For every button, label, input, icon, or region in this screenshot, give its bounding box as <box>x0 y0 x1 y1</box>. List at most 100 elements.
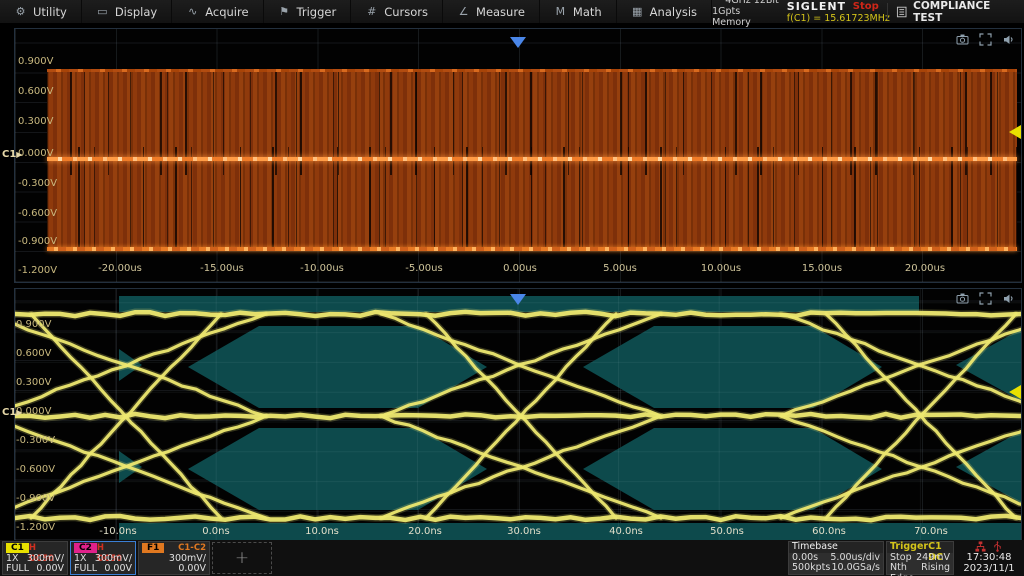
c2-badge: C2 <box>74 543 97 553</box>
eye-diagram-grid[interactable] <box>14 288 1022 541</box>
voltage-tick-label: 0.000V <box>18 148 53 159</box>
menu-item-display[interactable]: ▭ Display <box>82 0 172 23</box>
menu-item-label: Utility <box>33 5 67 19</box>
function-f1-descriptor[interactable]: F1 C1-C2 300mV/ 0.00V <box>138 541 210 575</box>
c1-coupling: H DC50 <box>29 543 64 554</box>
trigger-level-marker[interactable] <box>1009 125 1021 139</box>
channel-c2-descriptor[interactable]: C2 H DC50 1X 300mV/ FULL 0.00V <box>70 541 136 575</box>
channel-c1-descriptor[interactable]: C1 H DC50 1X 300mV/ FULL 0.00V <box>2 541 68 575</box>
trigger-descriptor[interactable]: Trigger C1 DC Stop 249mV Nth Edge Rising <box>886 541 954 575</box>
voltage-tick-label: 0.900V <box>18 56 53 67</box>
add-channel-button[interactable]: + <box>212 542 272 574</box>
clock-area: 17:30:48 2023/11/1 <box>956 541 1022 575</box>
menu-item-label: Trigger <box>297 5 337 19</box>
time-tick-label: 40.0ns <box>598 526 654 537</box>
voltage-tick-label: 0.900V <box>16 319 51 330</box>
status-bar: C1 H DC50 1X 300mV/ FULL 0.00V C2 H DC50… <box>0 540 1024 576</box>
time-tick-label: 50.0ns <box>699 526 755 537</box>
menu-item-trigger[interactable]: ⚑ Trigger <box>264 0 352 23</box>
voltage-tick-label: 0.300V <box>16 377 51 388</box>
waveform-bottom-rail <box>47 247 1017 251</box>
connection-icons <box>956 541 1022 552</box>
date-display: 2023/11/1 <box>956 563 1022 574</box>
voltage-tick-label: 0.600V <box>18 86 53 97</box>
camera-icon[interactable] <box>956 292 969 305</box>
voltage-tick-label: -0.900V <box>16 493 55 504</box>
compliance-test-label: COMPLIANCE TEST <box>913 0 1018 24</box>
analysis-icon: ▦ <box>631 5 644 18</box>
time-display: 17:30:48 <box>956 552 1022 563</box>
grid1-corner-toolbar <box>956 33 1015 46</box>
c2-bandwidth: FULL <box>74 564 97 575</box>
time-tick-label: 10.00us <box>693 263 749 274</box>
time-tick-label: 10.0ns <box>294 526 350 537</box>
time-tick-label: 70.0ns <box>903 526 959 537</box>
voltage-tick-label: 0.300V <box>18 116 53 127</box>
utility-icon: ⚙ <box>14 5 27 18</box>
brand-logo: SIGLENT <box>787 0 846 13</box>
menu-item-label: Measure <box>476 5 525 19</box>
expand-icon[interactable] <box>979 292 992 305</box>
frequency-counter: f(C1) = 15.61723MHz <box>787 13 879 24</box>
eye-diagram-plot <box>15 289 1021 540</box>
time-tick-label: 60.0ns <box>801 526 857 537</box>
c1-position-marker[interactable]: C1▶ <box>2 149 22 160</box>
voltage-tick-label: -1.200V <box>18 265 57 276</box>
menu-item-cursors[interactable]: #Cursors <box>351 0 443 23</box>
compliance-test-button[interactable]: COMPLIANCE TEST <box>896 0 1024 23</box>
c2-coupling: H DC50 <box>97 543 132 554</box>
time-tick-label: 20.0ns <box>397 526 453 537</box>
c1-position-marker[interactable]: C1▶ <box>2 407 22 418</box>
timebase-descriptor[interactable]: Timebase 0.00s 5.00us/div 500kpts 10.0GS… <box>788 541 884 575</box>
trigger-icon: ⚑ <box>278 5 291 18</box>
time-tick-label: -10.0ns <box>90 526 146 537</box>
header-divider <box>887 3 888 20</box>
camera-icon[interactable] <box>956 33 969 46</box>
display-icon: ▭ <box>96 5 109 18</box>
expand-icon[interactable] <box>979 33 992 46</box>
time-tick-label: 0.0ns <box>188 526 244 537</box>
speaker-icon[interactable] <box>1002 292 1015 305</box>
menu-item-utility[interactable]: ⚙ Utility <box>0 0 82 23</box>
menu-item-acquire[interactable]: ∿Acquire <box>172 0 263 23</box>
waveform-top-rail <box>47 69 1017 72</box>
voltage-tick-label: -0.600V <box>18 208 57 219</box>
voltage-tick-label: 0.600V <box>16 348 51 359</box>
menu-item-label: Math <box>573 5 602 19</box>
time-tick-label: 20.00us <box>897 263 953 274</box>
time-tick-label: -5.00us <box>396 263 452 274</box>
f1-source: C1-C2 <box>178 543 206 554</box>
plus-icon: + <box>235 548 249 568</box>
main-waveform-grid[interactable] <box>14 28 1022 283</box>
voltage-tick-label: -0.900V <box>18 236 57 247</box>
mask-region <box>119 523 1021 540</box>
c1-badge: C1 <box>6 543 29 553</box>
waveform-texture <box>47 147 1017 247</box>
menu-item-label: Display <box>115 5 157 19</box>
trigger-source: C1 DC <box>928 542 950 553</box>
menu-item-label: Acquire <box>205 5 248 19</box>
acquisition-status: Stop <box>853 1 879 12</box>
measure-icon: ∠ <box>457 5 470 18</box>
lan-icon[interactable] <box>975 541 986 552</box>
menu-item-math[interactable]: MMath <box>540 0 617 23</box>
trigger-title: Trigger <box>890 542 928 553</box>
f1-offset: 0.00V <box>178 564 206 575</box>
menu-item-measure[interactable]: ∠ Measure <box>443 0 540 23</box>
usb-icon[interactable] <box>992 541 1003 552</box>
time-tick-label: -10.00us <box>294 263 350 274</box>
trigger-position-marker[interactable] <box>510 37 526 48</box>
brand-status-block: SIGLENT Stop f(C1) = 15.61723MHz <box>787 0 879 23</box>
waveform-zero-line <box>47 157 1017 161</box>
trigger-level-marker[interactable] <box>1009 385 1021 399</box>
time-tick-label: 0.00us <box>492 263 548 274</box>
trigger-position-marker[interactable] <box>510 294 526 305</box>
timebase-points: 500kpts <box>792 563 830 574</box>
cursors-icon: # <box>365 5 378 18</box>
c1-bandwidth: FULL <box>6 564 29 575</box>
time-tick-label: 30.0ns <box>496 526 552 537</box>
menu-item-analysis[interactable]: ▦Analysis <box>617 0 712 23</box>
speaker-icon[interactable] <box>1002 33 1015 46</box>
time-tick-label: 15.00us <box>794 263 850 274</box>
time-tick-label: 5.00us <box>592 263 648 274</box>
